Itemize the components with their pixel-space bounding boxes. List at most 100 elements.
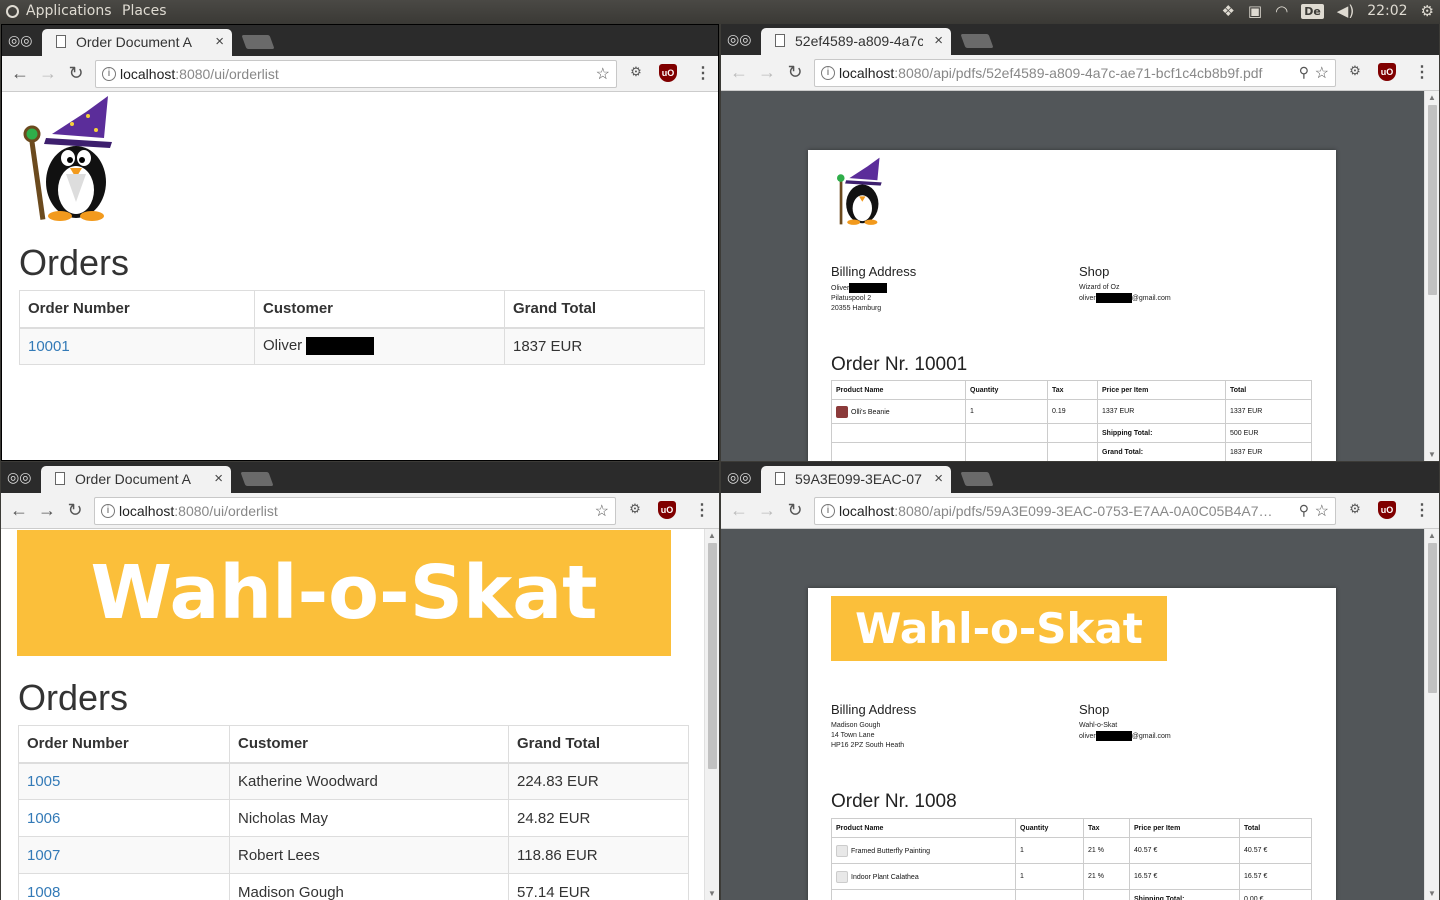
column-header-customer[interactable]: Customer: [229, 725, 509, 764]
tab-pdf[interactable]: 52ef4589-a809-4a7c ×: [761, 28, 951, 55]
shipping-label: Shipping Total:: [1129, 889, 1240, 900]
info-icon[interactable]: i: [821, 66, 835, 80]
forward-button[interactable]: →: [37, 500, 57, 520]
pdf-page: Billing Address Oliver Pilatuspool 2 203…: [808, 150, 1336, 461]
forward-button[interactable]: →: [757, 500, 777, 520]
forward-button[interactable]: →: [38, 63, 58, 83]
new-tab-button[interactable]: [240, 472, 274, 486]
extension-gears-icon[interactable]: ⚙: [626, 501, 644, 519]
new-tab-button[interactable]: [241, 35, 275, 49]
scroll-up-icon[interactable]: ▲: [1425, 531, 1439, 540]
dropbox-icon[interactable]: ❖: [1221, 2, 1234, 20]
scrollbar[interactable]: ▲ ▼: [1424, 91, 1439, 461]
address-bar[interactable]: i localhost:8080/api/pdfs/52ef4589-a809-…: [814, 59, 1336, 87]
page-icon: [56, 35, 66, 48]
tab-order-document[interactable]: Order Document A ×: [41, 466, 231, 493]
column-header-grand-total[interactable]: Grand Total: [504, 290, 705, 329]
new-tab-button[interactable]: [960, 34, 994, 48]
order-items-table: Product Name Quantity Tax Price per Item…: [831, 818, 1312, 900]
bookmark-star-icon[interactable]: ☆: [1310, 501, 1329, 521]
scroll-down-icon[interactable]: ▼: [1425, 450, 1439, 459]
info-icon[interactable]: i: [101, 504, 115, 518]
pdf-page: Wahl-o-Skat Billing Address Madison Goug…: [808, 588, 1336, 900]
billing-street: Pilatuspool 2: [831, 294, 872, 302]
zoom-icon[interactable]: ⚲: [1294, 64, 1309, 81]
column-header-order-number[interactable]: Order Number: [19, 290, 255, 329]
column-header-customer[interactable]: Customer: [254, 290, 505, 329]
close-tab-icon[interactable]: ×: [214, 470, 223, 487]
bookmark-star-icon[interactable]: ☆: [590, 501, 609, 521]
bookmark-star-icon[interactable]: ☆: [591, 64, 610, 84]
back-button[interactable]: ←: [729, 500, 749, 520]
menu-kebab-icon[interactable]: ⋮: [1414, 62, 1430, 82]
power-icon[interactable]: ⚙: [1421, 2, 1434, 20]
shop-heading: Shop: [1079, 702, 1110, 717]
column-header-order-number[interactable]: Order Number: [18, 725, 230, 764]
close-tab-icon[interactable]: ×: [934, 32, 943, 49]
clipboard-icon[interactable]: ▣: [1248, 2, 1262, 20]
wifi-icon[interactable]: ◠: [1275, 2, 1288, 20]
menu-kebab-icon[interactable]: ⋮: [1414, 500, 1430, 520]
scroll-up-icon[interactable]: ▲: [705, 531, 719, 540]
ublock-icon[interactable]: uO: [1378, 63, 1396, 81]
browser-window-orderlist-wizard: ◎◎ Order Document A × ← → ↻ i localhost:…: [1, 24, 719, 461]
order-number-link[interactable]: 1007: [27, 847, 60, 864]
ubuntu-logo-icon[interactable]: [6, 4, 19, 18]
scrollbar-thumb[interactable]: [1428, 105, 1437, 295]
places-menu[interactable]: Places: [122, 3, 167, 19]
new-tab-button[interactable]: [960, 472, 994, 486]
order-number-link[interactable]: 1005: [27, 773, 60, 790]
keyboard-layout-indicator[interactable]: De: [1301, 3, 1324, 19]
back-button[interactable]: ←: [729, 62, 749, 82]
zoom-icon[interactable]: ⚲: [1294, 502, 1309, 519]
billing-address-block: Oliver Pilatuspool 2 20355 Hamburg: [831, 283, 888, 314]
volume-icon[interactable]: ◀): [1337, 2, 1354, 20]
forward-button[interactable]: →: [757, 62, 777, 82]
column-header-grand-total[interactable]: Grand Total: [508, 725, 689, 764]
reload-button[interactable]: ↻: [785, 62, 805, 82]
menu-kebab-icon[interactable]: ⋮: [695, 63, 711, 83]
scrollbar-thumb[interactable]: [1428, 543, 1437, 693]
address-bar[interactable]: i localhost:8080/ui/orderlist ☆: [94, 497, 616, 525]
back-button[interactable]: ←: [9, 500, 29, 520]
ublock-icon[interactable]: uO: [659, 64, 677, 82]
url-path: :8080/api/pdfs/59A3E099-3EAC-0753-E7AA-0…: [894, 503, 1273, 519]
grand-total: 1837 EUR: [504, 327, 705, 365]
applications-menu[interactable]: Applications: [26, 3, 112, 19]
ublock-icon[interactable]: uO: [1378, 501, 1396, 519]
scroll-down-icon[interactable]: ▼: [705, 889, 719, 898]
info-icon[interactable]: i: [102, 67, 116, 81]
info-icon[interactable]: i: [821, 504, 835, 518]
scrollbar-thumb[interactable]: [708, 543, 717, 769]
extension-gears-icon[interactable]: ⚙: [1346, 501, 1364, 519]
redaction-bar: [849, 283, 888, 293]
bookmark-star-icon[interactable]: ☆: [1310, 63, 1329, 83]
scroll-up-icon[interactable]: ▲: [1425, 93, 1439, 102]
reload-button[interactable]: ↻: [66, 63, 86, 83]
address-bar[interactable]: i localhost:8080/ui/orderlist ☆: [95, 60, 617, 88]
address-bar[interactable]: i localhost:8080/api/pdfs/59A3E099-3EAC-…: [814, 497, 1336, 525]
clock[interactable]: 22:02: [1367, 3, 1407, 19]
reload-button[interactable]: ↻: [65, 500, 85, 520]
scroll-down-icon[interactable]: ▼: [1425, 889, 1439, 898]
ublock-icon[interactable]: uO: [658, 501, 676, 519]
close-tab-icon[interactable]: ×: [934, 470, 943, 487]
extension-gears-icon[interactable]: ⚙: [627, 64, 645, 82]
order-number-link[interactable]: 1008: [27, 884, 60, 900]
order-number-link[interactable]: 1006: [27, 810, 60, 827]
menu-kebab-icon[interactable]: ⋮: [694, 500, 710, 520]
product-name: Framed Butterfly Painting: [851, 847, 930, 855]
tab-title: 52ef4589-a809-4a7c: [795, 33, 923, 49]
scrollbar[interactable]: ▲ ▼: [704, 529, 719, 900]
product-name: Olli's Beanie: [851, 408, 890, 416]
customer-name: Madison Gough: [229, 873, 509, 900]
reload-button[interactable]: ↻: [785, 500, 805, 520]
back-button[interactable]: ←: [10, 63, 30, 83]
page-content: Wahl-o-Skat Orders Order Number Customer…: [1, 529, 719, 900]
tab-pdf[interactable]: 59A3E099-3EAC-07 ×: [761, 466, 951, 493]
scrollbar[interactable]: ▲ ▼: [1424, 529, 1439, 900]
extension-gears-icon[interactable]: ⚙: [1346, 63, 1364, 81]
close-tab-icon[interactable]: ×: [215, 33, 224, 50]
tab-order-document[interactable]: Order Document A ×: [42, 29, 232, 56]
order-number-link[interactable]: 10001: [28, 338, 70, 355]
